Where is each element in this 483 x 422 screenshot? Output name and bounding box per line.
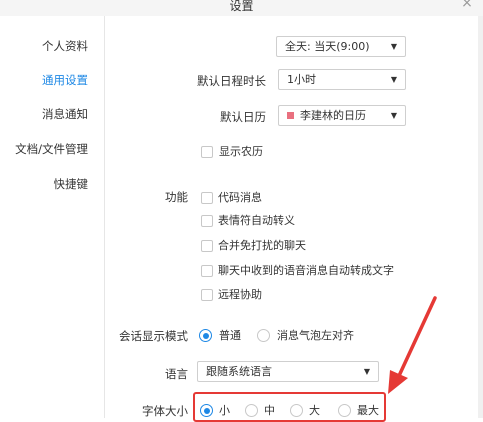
default-calendar-select[interactable]: 李建林的日历 ▼ [278,105,406,126]
font-size-label: 字体大小 [142,404,188,418]
code-message-checkbox[interactable] [201,192,213,204]
remote-assist-checkbox[interactable] [201,289,213,301]
chevron-down-icon: ▼ [363,367,370,376]
title-bar: 设置 × [0,0,483,16]
language-value: 跟随系统语言 [206,365,272,378]
settings-sidebar: 个人资料 通用设置 消息通知 文档/文件管理 快捷键 [0,16,105,418]
window-title: 设置 [229,0,254,13]
emoji-escape-label: 表情符自动转义 [218,214,295,227]
default-duration-label: 默认日程时长 [197,74,266,88]
sidebar-item-notifications[interactable]: 消息通知 [42,106,88,122]
display-mode-normal-radio[interactable] [199,329,212,342]
voice-to-text-label: 聊天中收到的语音消息自动转成文字 [218,264,394,277]
sidebar-item-documents[interactable]: 文档/文件管理 [15,141,88,157]
merge-dnd-checkbox[interactable] [201,240,213,252]
code-message-label: 代码消息 [218,191,262,204]
annotation-arrow-icon [388,296,437,394]
allday-reminder-value: 全天: 当天(9:00) [285,40,370,53]
voice-to-text-checkbox[interactable] [201,265,213,277]
display-mode-bubble-radio[interactable] [257,329,270,342]
default-calendar-label: 默认日历 [220,110,266,124]
allday-reminder-select[interactable]: 全天: 当天(9:00) ▼ [276,36,406,57]
emoji-escape-checkbox[interactable] [201,215,213,227]
chevron-down-icon: ▼ [390,42,397,51]
merge-dnd-label: 合并免打扰的聊天 [218,239,306,252]
display-mode-label: 会话显示模式 [119,329,188,343]
sidebar-item-general[interactable]: 通用设置 [42,72,88,88]
language-select[interactable]: 跟随系统语言 ▼ [197,361,379,382]
language-label: 语言 [165,367,188,381]
close-icon[interactable]: × [458,0,476,12]
chevron-down-icon: ▼ [390,75,397,84]
sidebar-item-shortcuts[interactable]: 快捷键 [54,176,89,192]
vertical-scrollbar[interactable] [478,16,483,418]
display-mode-bubble-label: 消息气泡左对齐 [277,329,354,342]
calendar-color-swatch [287,112,294,119]
remote-assist-label: 远程协助 [218,288,262,301]
display-mode-normal-label: 普通 [219,329,241,342]
lunar-label: 显示农历 [219,145,263,158]
features-label: 功能 [165,190,188,204]
default-duration-select[interactable]: 1小时 ▼ [278,69,406,90]
default-duration-value: 1小时 [287,73,316,86]
lunar-checkbox[interactable] [201,146,213,158]
default-calendar-value: 李建林的日历 [300,109,366,122]
sidebar-item-profile[interactable]: 个人资料 [42,38,88,54]
chevron-down-icon: ▼ [390,111,397,120]
